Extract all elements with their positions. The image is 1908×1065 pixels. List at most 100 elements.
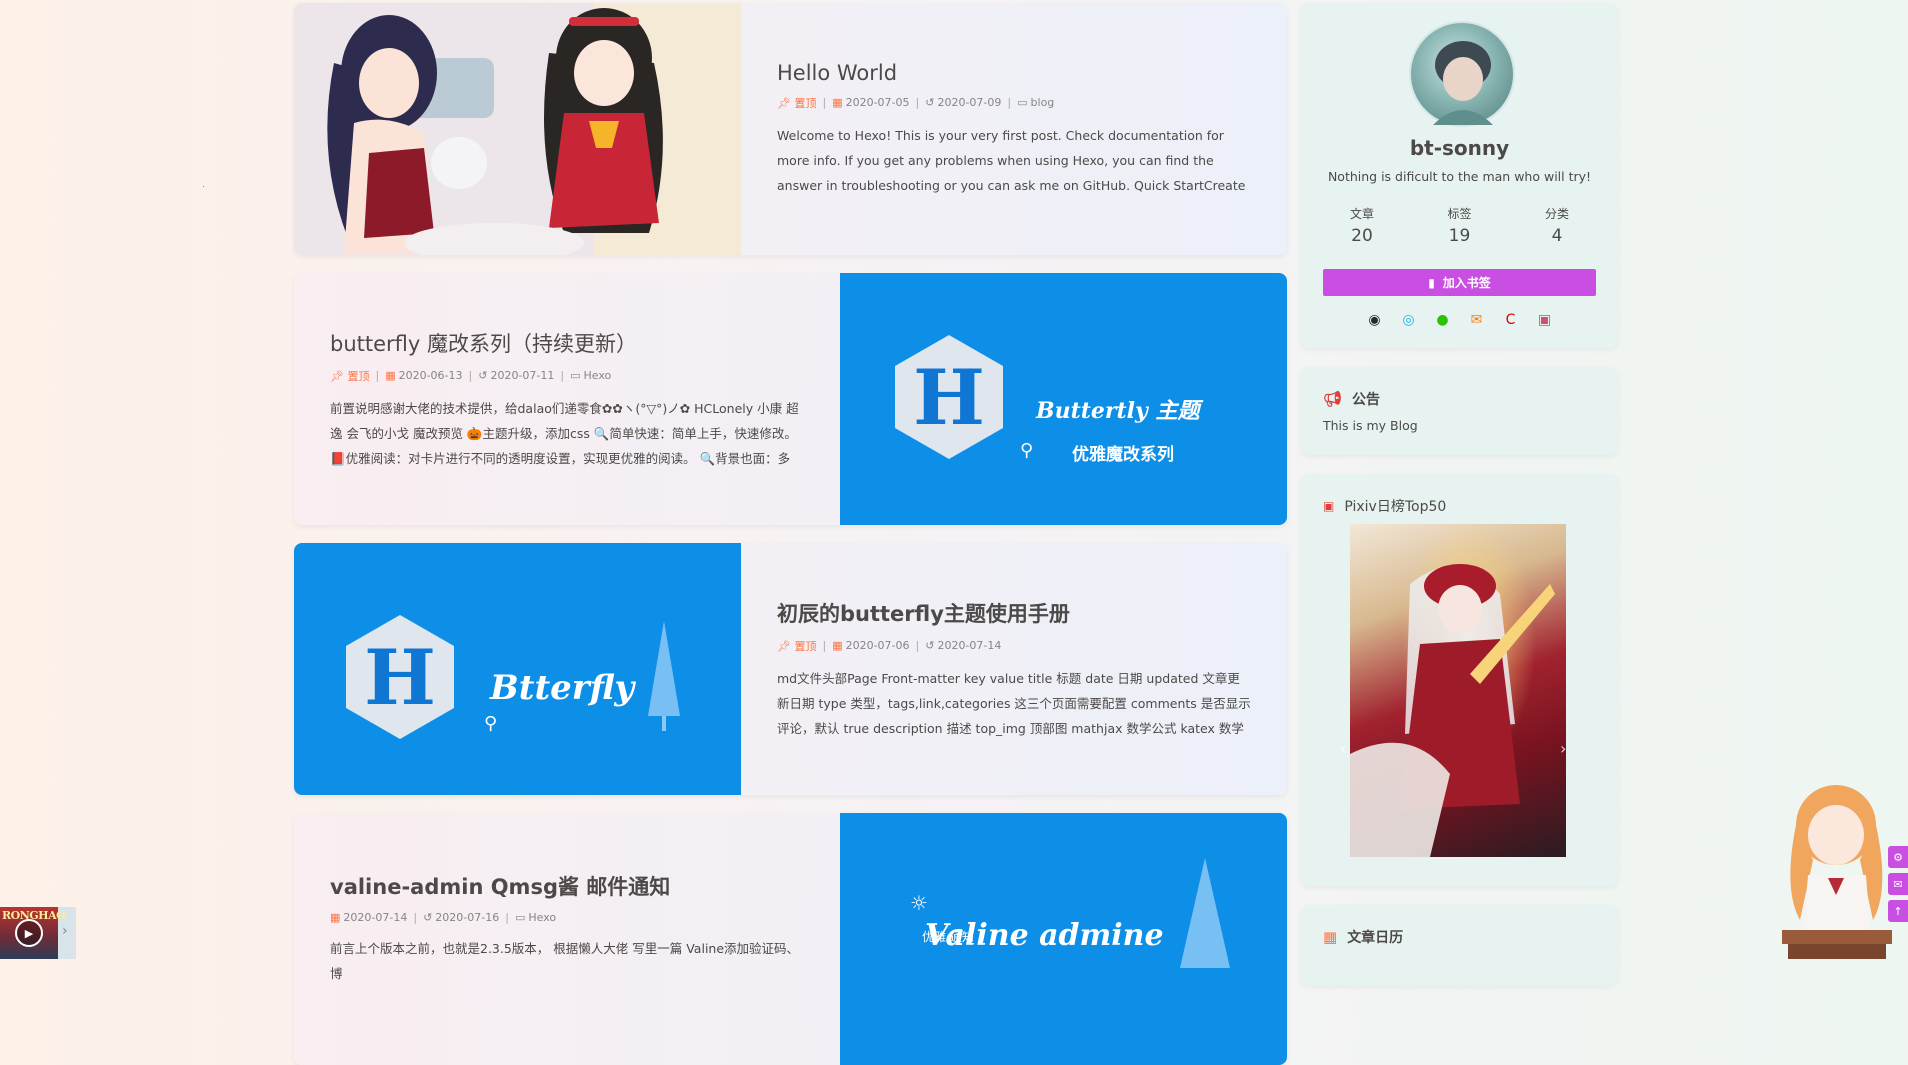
post-info: valine-admin Qmsg酱 邮件通知 ▦ 2020-07-14 | ↺ 2… bbox=[294, 813, 840, 1065]
chevron-right-icon[interactable]: › bbox=[62, 923, 68, 939]
post-created-date: 2020-06-13 bbox=[398, 369, 463, 382]
post-category[interactable]: Hexo bbox=[584, 369, 612, 382]
calendar-icon: ▦ bbox=[385, 369, 396, 382]
post-card[interactable]: valine-admin Qmsg酱 邮件通知 ▦ 2020-07-14 | ↺ 2… bbox=[294, 813, 1287, 1065]
post-category[interactable]: Hexo bbox=[528, 911, 556, 924]
pin-icon: 📌︎ bbox=[777, 96, 791, 110]
post-updated-date: 2020-07-09 bbox=[937, 96, 1002, 109]
post-created-date: 2020-07-06 bbox=[845, 639, 910, 652]
back-to-top-icon[interactable]: ↑ bbox=[1888, 900, 1908, 922]
sticky-badge: 📌︎ 置顶 bbox=[777, 95, 816, 111]
settings-gear-icon[interactable]: ⚙ bbox=[1888, 846, 1908, 868]
avatar[interactable] bbox=[1409, 21, 1515, 127]
pixiv-illustration bbox=[1350, 564, 1555, 857]
pin-icon: 📌︎ bbox=[330, 369, 344, 383]
announcement-text: This is my Blog bbox=[1323, 418, 1418, 433]
prev-arrow-icon[interactable]: ‹ bbox=[1340, 739, 1346, 758]
post-cover-image[interactable]: Valine admine 优雅 通知 ☼ bbox=[840, 813, 1287, 1065]
sticky-label: 置顶 bbox=[794, 96, 817, 110]
post-title[interactable]: butterfly 魔改系列（持续更新） bbox=[330, 328, 804, 358]
post-updated-date: 2020-07-11 bbox=[490, 369, 555, 382]
calendar-icon: ▦ bbox=[1323, 928, 1338, 946]
folder-icon: ▭ bbox=[570, 369, 581, 382]
post-cover-image[interactable] bbox=[294, 3, 741, 255]
post-created-date: 2020-07-14 bbox=[343, 911, 408, 924]
github-icon[interactable]: ◉ bbox=[1366, 312, 1384, 328]
calendar-icon: ▦ bbox=[832, 96, 843, 109]
post-card[interactable]: Hello World 📌︎ 置顶 | ▦ 2020-07-05 | ↺ 2020-… bbox=[294, 3, 1287, 255]
social-icons: ◉ ◎ ● ✉ C ▣ bbox=[1301, 312, 1618, 328]
rightside-buttons: ⚙ ✉ ↑ bbox=[1888, 846, 1908, 927]
author-card: bt-sonny Nothing is dificult to the man … bbox=[1301, 3, 1618, 348]
post-meta: ▦ 2020-07-14 | ↺ 2020-07-16 | ▭ Hexo bbox=[330, 911, 557, 924]
next-arrow-icon[interactable]: › bbox=[1560, 739, 1566, 758]
calendar-icon: ▦ bbox=[832, 639, 843, 652]
post-card[interactable]: butterfly 魔改系列（持续更新） 📌︎ 置顶 | ▦ 2020-06-13… bbox=[294, 273, 1287, 525]
bulb-icon: ☼ bbox=[910, 891, 928, 915]
bookmark-button[interactable]: ▮ 加入书签 bbox=[1323, 269, 1596, 296]
post-excerpt: md文件头部Page Front-matter key value title … bbox=[777, 670, 1251, 736]
bicycle-icon: ⚲ bbox=[1020, 440, 1034, 461]
pixiv-ranking-image[interactable]: ‹ › bbox=[1340, 524, 1566, 857]
post-category[interactable]: blog bbox=[1031, 96, 1055, 109]
live2d-mascot[interactable] bbox=[1778, 780, 1896, 959]
sticky-label: 置顶 bbox=[794, 639, 817, 653]
cover-overlay-text: 优雅 通知 bbox=[922, 930, 974, 944]
author-description: Nothing is dificult to the man who will … bbox=[1327, 169, 1592, 184]
post-updated-date: 2020-07-16 bbox=[435, 911, 500, 924]
pixiv-card: ▣ Pixiv日榜Top50 ‹ › bbox=[1301, 474, 1618, 886]
cover-subtitle: 优雅魔改系列 bbox=[1072, 445, 1174, 465]
qq-icon[interactable]: ◎ bbox=[1400, 312, 1418, 328]
pixiv-title-text: Pixiv日榜Top50 bbox=[1344, 499, 1447, 515]
post-title[interactable]: Hello World bbox=[777, 61, 1251, 85]
history-icon: ↺ bbox=[925, 639, 935, 652]
calendar-card: ▦ 文章日历 bbox=[1301, 905, 1618, 985]
stat-label: 分类 bbox=[1544, 207, 1569, 221]
sticky-badge: 📌︎ 置顶 bbox=[330, 368, 369, 384]
wechat-icon[interactable]: ● bbox=[1434, 312, 1452, 328]
folder-icon: ▭ bbox=[514, 911, 526, 924]
stat-tags[interactable]: 标签 19 bbox=[1415, 205, 1505, 246]
announcement-card: 📢︎ 公告 This is my Blog bbox=[1301, 367, 1618, 455]
megaphone-icon: 📢︎ bbox=[1323, 390, 1343, 408]
announcement-title-text: 公告 bbox=[1352, 392, 1381, 408]
image-icon: ▣ bbox=[1323, 499, 1335, 513]
post-info: butterfly 魔改系列（持续更新） 📌︎ 置顶 | ▦ 2020-06-13… bbox=[294, 273, 840, 525]
stat-value: 19 bbox=[1448, 226, 1471, 246]
email-icon[interactable]: ✉ bbox=[1468, 312, 1486, 328]
author-stats: 文章 20 标签 19 分类 4 bbox=[1317, 205, 1602, 246]
pixiv-title: ▣ Pixiv日榜Top50 bbox=[1323, 496, 1446, 516]
post-info: 初辰的butterfly主题使用手册 📌︎ 置顶 | ▦ 2020-07-06 |… bbox=[741, 543, 1287, 795]
cover-title: Buttertly 主题 bbox=[1036, 398, 1200, 424]
history-icon: ↺ bbox=[423, 911, 433, 924]
post-card[interactable]: H Btterfly ⚲ 初辰的butterfly主题使用手册 📌︎ 置顶 | … bbox=[294, 543, 1287, 795]
post-cover-image[interactable]: H Btterfly ⚲ bbox=[294, 543, 741, 795]
comment-icon[interactable]: ✉ bbox=[1888, 873, 1908, 895]
post-updated-date: 2020-07-14 bbox=[937, 639, 1002, 652]
sticky-label: 置顶 bbox=[347, 369, 370, 383]
sticky-badge: 📌︎ 置顶 bbox=[777, 638, 816, 654]
stray-dot bbox=[203, 186, 204, 187]
post-title[interactable]: valine-admin Qmsg酱 邮件通知 bbox=[330, 871, 804, 901]
stat-articles[interactable]: 文章 20 bbox=[1317, 205, 1407, 246]
play-icon[interactable]: ▶ bbox=[15, 919, 43, 947]
hexo-logo: H bbox=[895, 335, 1003, 459]
csdn-icon[interactable]: C bbox=[1502, 312, 1520, 328]
post-meta: 📌︎ 置顶 | ▦ 2020-06-13 | ↺ 2020-07-11 | ▭ Hex… bbox=[330, 368, 612, 384]
post-excerpt: 前言上个版本之前，也就是2.3.5版本， 根据懒人大佬 写里一篇 Valine添… bbox=[330, 941, 800, 981]
hexo-logo: H bbox=[346, 615, 454, 739]
post-excerpt: 前置说明感谢大佬的技术提供，给dalao们递零食✿✿ヽ(°▽°)ノ✿ HCLon… bbox=[330, 400, 799, 466]
post-title[interactable]: 初辰的butterfly主题使用手册 bbox=[777, 598, 1251, 628]
post-meta: 📌︎ 置顶 | ▦ 2020-07-05 | ↺ 2020-07-09 | ▭ blo… bbox=[777, 95, 1055, 111]
bilibili-icon[interactable]: ▣ bbox=[1536, 312, 1554, 328]
stat-categories[interactable]: 分类 4 bbox=[1512, 205, 1602, 246]
post-cover-image[interactable]: H Buttertly 主题 优雅魔改系列 ⚲ bbox=[840, 273, 1287, 525]
folder-icon: ▭ bbox=[1017, 96, 1028, 109]
bookmark-icon: ▮ bbox=[1428, 275, 1435, 290]
calendar-title: ▦ 文章日历 bbox=[1323, 927, 1403, 947]
post-excerpt: Welcome to Hexo! This is your very first… bbox=[777, 127, 1246, 193]
music-player[interactable]: ▶ RONGHAO › bbox=[0, 907, 76, 959]
history-icon: ↺ bbox=[925, 96, 935, 109]
cover-title: Btterfly bbox=[490, 668, 635, 708]
post-created-date: 2020-07-05 bbox=[845, 96, 910, 109]
